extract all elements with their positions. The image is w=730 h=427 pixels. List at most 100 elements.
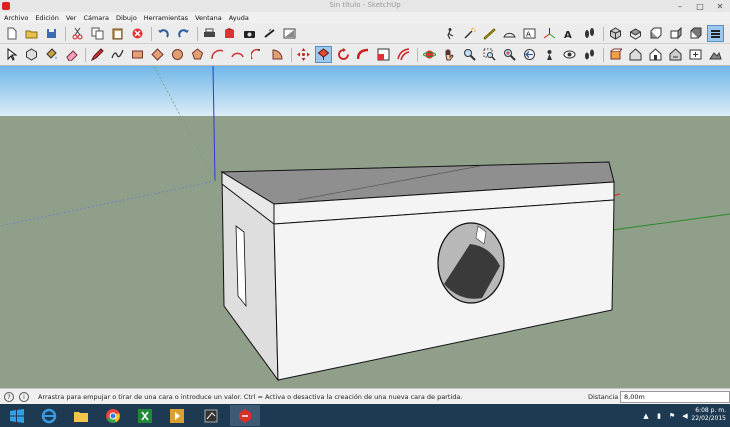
magic-wand-icon[interactable] — [462, 26, 477, 41]
right-view-icon[interactable] — [668, 26, 683, 41]
look-around-icon[interactable] — [562, 47, 577, 62]
three-point-arc-icon[interactable] — [250, 47, 265, 62]
eraser-icon[interactable] — [64, 47, 79, 62]
toolbar-tools — [0, 44, 730, 66]
follow-me-icon[interactable] — [356, 47, 371, 62]
left-view-icon[interactable] — [707, 25, 724, 42]
back-view-icon[interactable] — [688, 26, 703, 41]
excel-icon[interactable] — [130, 405, 160, 426]
menu-ver[interactable]: Ver — [66, 14, 77, 22]
undo-icon[interactable] — [156, 26, 171, 41]
menu-camara[interactable]: Cámara — [83, 14, 109, 22]
save-icon[interactable] — [44, 26, 59, 41]
close-icon[interactable]: ✕ — [710, 0, 730, 12]
print-icon[interactable] — [202, 26, 217, 41]
extension-warehouse-icon[interactable] — [648, 47, 663, 62]
menu-ventana[interactable]: Ventana — [195, 14, 222, 22]
pie-icon[interactable] — [270, 47, 285, 62]
separator — [603, 47, 604, 62]
cut-icon[interactable] — [70, 26, 85, 41]
maximize-icon[interactable]: □ — [690, 0, 710, 12]
menu-ayuda[interactable]: Ayuda — [229, 14, 249, 22]
polygon-icon[interactable] — [190, 47, 205, 62]
sketchup-taskbar-icon[interactable] — [196, 405, 226, 426]
help-icon[interactable]: ? — [4, 392, 14, 402]
position-camera-icon[interactable] — [542, 47, 557, 62]
minimize-icon[interactable]: – — [670, 0, 690, 12]
menu-archivo[interactable]: Archivo — [4, 14, 28, 22]
menu-edicion[interactable]: Edición — [35, 14, 59, 22]
redo-icon[interactable] — [176, 26, 191, 41]
walk-icon[interactable] — [442, 26, 457, 41]
zoom-extents-icon[interactable] — [502, 47, 517, 62]
rectangle-icon[interactable] — [130, 47, 145, 62]
walk-footsteps-icon[interactable] — [582, 47, 597, 62]
status-message: Arrastra para empujar o tirar de una car… — [38, 393, 463, 401]
component-icon[interactable] — [24, 47, 39, 62]
camera-icon[interactable] — [242, 26, 257, 41]
push-pull-icon[interactable] — [315, 46, 332, 63]
zoom-icon[interactable] — [462, 47, 477, 62]
paste-icon[interactable] — [110, 26, 125, 41]
orbit-icon[interactable] — [422, 47, 437, 62]
copy-icon[interactable] — [90, 26, 105, 41]
sketchup-active-icon[interactable] — [230, 405, 260, 426]
protractor-icon[interactable] — [502, 26, 517, 41]
previous-view-icon[interactable] — [522, 47, 537, 62]
warehouse-icon[interactable] — [628, 47, 643, 62]
terrain-icon[interactable] — [708, 47, 723, 62]
flag-icon[interactable]: ⚑ — [667, 411, 677, 420]
file-explorer-icon[interactable] — [66, 405, 96, 426]
window-title: Sin título - SketchUp — [329, 1, 401, 9]
new-file-icon[interactable] — [4, 26, 19, 41]
fog-icon[interactable] — [262, 26, 277, 41]
volume-icon[interactable]: ◀ — [680, 411, 690, 420]
freehand-icon[interactable] — [110, 47, 125, 62]
iso-view-icon[interactable] — [608, 26, 623, 41]
windows-start-icon[interactable] — [2, 405, 32, 426]
front-view-icon[interactable] — [648, 26, 663, 41]
top-view-icon[interactable] — [628, 26, 643, 41]
separator — [85, 47, 86, 62]
system-clock[interactable]: 6:08 p. m. 22/02/2015 — [691, 407, 726, 423]
zoom-window-icon[interactable] — [482, 47, 497, 62]
text-icon[interactable]: A — [522, 26, 537, 41]
rotate-icon[interactable] — [336, 47, 351, 62]
pan-hand-icon[interactable] — [442, 47, 457, 62]
chrome-icon[interactable] — [98, 405, 128, 426]
network-icon[interactable]: ▮ — [654, 411, 664, 420]
move-icon[interactable] — [296, 47, 311, 62]
select-arrow-icon[interactable] — [4, 47, 19, 62]
menu-dibujo[interactable]: Dibujo — [116, 14, 137, 22]
circle-icon[interactable] — [170, 47, 185, 62]
add-location-icon[interactable] — [688, 47, 703, 62]
rotated-rect-icon[interactable] — [150, 47, 165, 62]
two-point-arc-icon[interactable] — [230, 47, 245, 62]
measurements-input[interactable]: 8,00m — [620, 391, 730, 403]
media-player-icon[interactable] — [162, 405, 192, 426]
open-folder-icon[interactable] — [24, 26, 39, 41]
separator — [65, 26, 66, 41]
model-info-icon[interactable] — [222, 26, 237, 41]
paint-bucket-icon[interactable] — [44, 47, 59, 62]
taskbar: ▲ ▮ ⚑ ◀ 6:08 p. m. 22/02/2015 — [0, 404, 730, 427]
arc-icon[interactable] — [210, 47, 225, 62]
tray-arrow-icon[interactable]: ▲ — [641, 411, 651, 420]
toolbar-top: E F M A M J J A S O N D 07:36 Mediodía 1… — [0, 23, 730, 62]
offset-icon[interactable] — [396, 47, 411, 62]
drawing-area[interactable] — [0, 66, 730, 388]
footprint-icon[interactable] — [582, 26, 597, 41]
shadows-toggle-icon[interactable] — [282, 26, 297, 41]
scale-icon[interactable] — [376, 47, 391, 62]
axes-icon[interactable] — [542, 26, 557, 41]
section-plane-icon[interactable] — [608, 47, 623, 62]
line-pencil-icon[interactable] — [90, 47, 105, 62]
tape-measure-icon[interactable] — [482, 26, 497, 41]
erase-icon[interactable] — [130, 26, 145, 41]
menu-herramientas[interactable]: Herramientas — [144, 14, 188, 22]
3d-text-icon[interactable]: A — [562, 26, 577, 41]
info-icon[interactable]: i — [19, 392, 29, 402]
share-model-icon[interactable] — [668, 47, 683, 62]
internet-explorer-icon[interactable] — [34, 405, 64, 426]
scene-canvas[interactable] — [0, 66, 730, 388]
